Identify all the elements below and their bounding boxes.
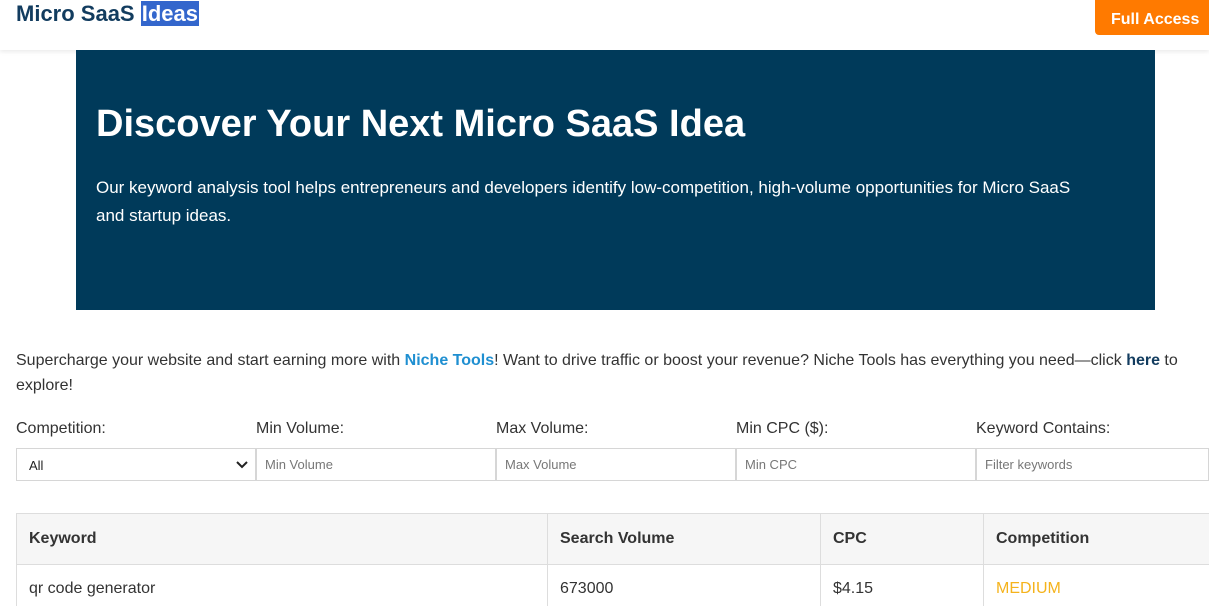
chevron-down-icon <box>236 461 248 469</box>
cell-search-volume: 673000 <box>548 565 821 606</box>
keyword-filter-input[interactable] <box>976 448 1209 481</box>
site-logo[interactable]: Micro SaaS Ideas <box>16 0 199 28</box>
brand-text-highlighted: Ideas <box>140 1 199 26</box>
niche-tools-link[interactable]: Niche Tools <box>405 352 495 369</box>
min-cpc-input[interactable] <box>736 448 976 481</box>
column-header-cpc[interactable]: CPC <box>821 514 984 564</box>
table-row[interactable]: qr code generator 673000 $4.15 MEDIUM <box>17 565 1209 606</box>
max-volume-input[interactable] <box>496 448 736 481</box>
brand-text: Micro SaaS <box>16 1 141 26</box>
promo-text-before: Supercharge your website and start earni… <box>16 352 405 369</box>
competition-select[interactable]: All <box>16 448 256 481</box>
hero-banner: Discover Your Next Micro SaaS Idea Our k… <box>76 50 1155 310</box>
min-volume-input[interactable] <box>256 448 496 481</box>
min-cpc-label: Min CPC ($): <box>736 420 829 437</box>
promo-text-middle: ! Want to drive traffic or boost your re… <box>494 352 1127 369</box>
column-header-competition[interactable]: Competition <box>984 514 1209 564</box>
keywords-table: Keyword Search Volume CPC Competition qr… <box>16 513 1209 606</box>
max-volume-label: Max Volume: <box>496 420 589 437</box>
hero-description: Our keyword analysis tool helps entrepre… <box>96 178 1071 225</box>
min-volume-label: Min Volume: <box>256 420 345 437</box>
cell-keyword: qr code generator <box>17 565 548 606</box>
table-header-row: Keyword Search Volume CPC Competition <box>17 514 1209 565</box>
here-link[interactable]: here <box>1126 352 1160 369</box>
cell-cpc: $4.15 <box>821 565 984 606</box>
full-access-button[interactable]: Full Access <box>1095 0 1209 35</box>
hero-title: Discover Your Next Micro SaaS Idea <box>96 103 746 145</box>
promo-message: Supercharge your website and start earni… <box>16 348 1196 398</box>
column-header-search-volume[interactable]: Search Volume <box>548 514 821 564</box>
cell-competition: MEDIUM <box>996 580 1061 597</box>
keyword-contains-label: Keyword Contains: <box>976 420 1111 437</box>
competition-selected-value: All <box>29 458 44 473</box>
competition-label: Competition: <box>16 420 106 437</box>
top-navigation-bar: Micro SaaS Ideas Full Access <box>0 0 1209 50</box>
column-header-keyword[interactable]: Keyword <box>17 514 548 564</box>
